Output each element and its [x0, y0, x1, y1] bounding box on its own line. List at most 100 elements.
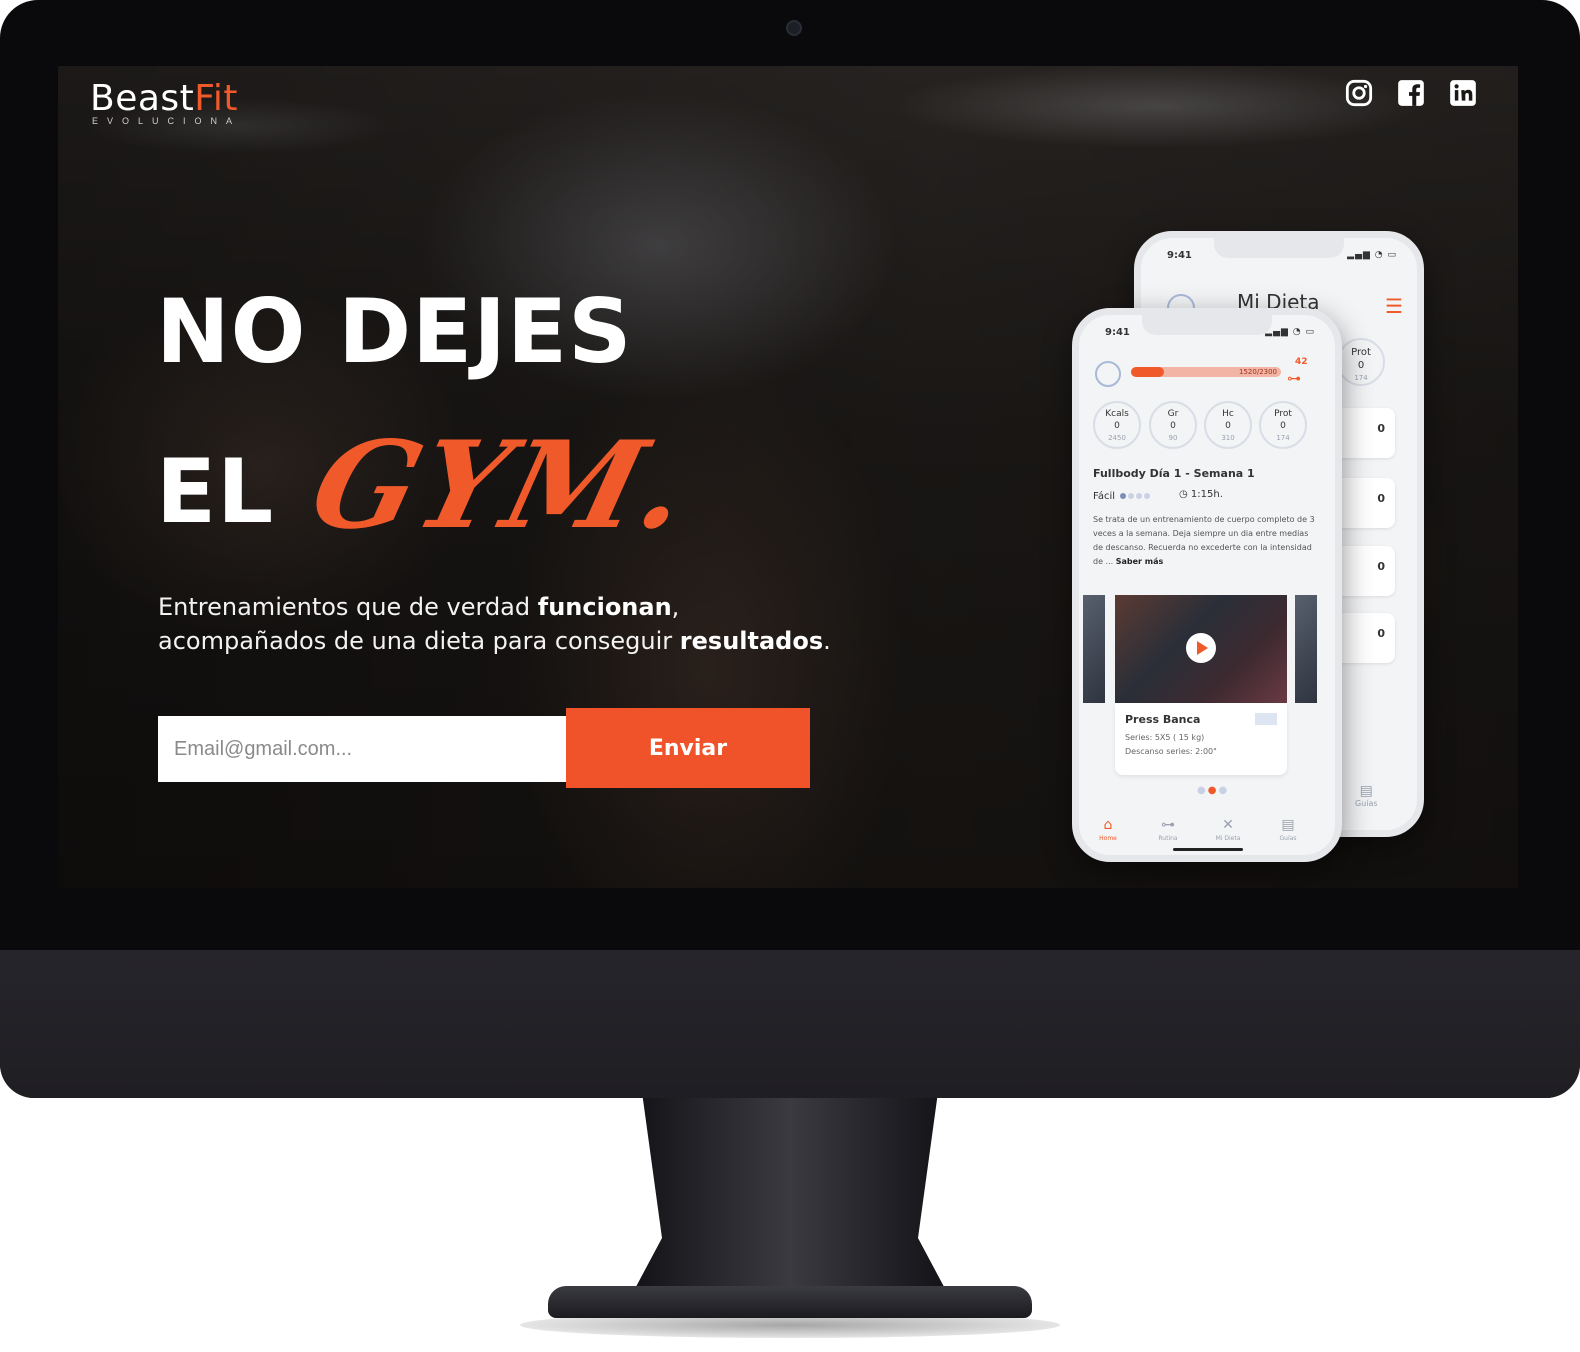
macro-circle-hc: Hc 0 310 — [1204, 401, 1252, 449]
cutlery-icon: ✕ — [1222, 817, 1234, 833]
subtitle-emphasis: resultados — [679, 627, 824, 655]
status-time: 9:41 — [1167, 250, 1192, 261]
diet-row[interactable]: 0 — [1335, 546, 1395, 596]
diet-row[interactable]: 0 — [1335, 408, 1395, 458]
instagram-icon[interactable] — [1344, 78, 1374, 108]
level-dot — [1144, 493, 1151, 499]
workout-description: Se trata de un entrenamiento de cuerpo c… — [1093, 513, 1315, 569]
brand-logo[interactable]: BeastFit — [90, 78, 238, 119]
book-icon: ▤ — [1281, 817, 1295, 833]
monitor-chin — [0, 950, 1580, 1098]
send-button[interactable]: Enviar — [566, 708, 810, 788]
macro-value: 0 — [1280, 421, 1286, 431]
tab-guides[interactable]: ▤ Guías — [1263, 817, 1313, 842]
exercise-video[interactable] — [1115, 595, 1287, 703]
subtitle-emphasis: funcionan — [537, 593, 672, 621]
level-dot — [1120, 493, 1127, 499]
macro-value: 0 — [1225, 421, 1231, 431]
dumbbell-icon: ⊶ — [1287, 371, 1301, 387]
email-input[interactable] — [158, 716, 566, 782]
brand-tagline: EVOLUCIONA — [92, 116, 242, 126]
phone-mockup-home: 9:41 ▂▄▆ ◔ ▭ 1520/2300 42 ⊶ Kcals 0 2450… — [1072, 308, 1342, 862]
level-dot — [1128, 493, 1135, 499]
level-label: Fácil — [1093, 491, 1116, 502]
read-more-link[interactable]: Saber más — [1116, 557, 1164, 566]
macro-value: 0 — [1170, 421, 1176, 431]
filter-icon[interactable]: ☰ — [1385, 294, 1403, 318]
brand-name-part2: Fit — [194, 78, 238, 119]
tab-label: Guías — [1279, 835, 1297, 842]
clock-icon: ◷ — [1179, 489, 1188, 500]
phone-notch — [1214, 238, 1344, 258]
prot-value: 0 — [1357, 360, 1365, 371]
macro-label: Gr — [1167, 409, 1179, 419]
macro-label: Prot — [1274, 409, 1292, 419]
tab-label: Mi Dieta — [1215, 835, 1241, 842]
tab-label: Guías — [1355, 799, 1378, 808]
tab-label: Home — [1099, 835, 1117, 842]
tab-bar: ⌂ Home ⊶ Rutina ✕ Mi Dieta ▤ Guías — [1079, 811, 1335, 855]
macro-value: 0 — [1114, 421, 1120, 431]
prot-goal: 174 — [1354, 374, 1368, 382]
macro-circle-kcals: Kcals 0 2450 — [1093, 401, 1141, 449]
exercise-chip — [1255, 713, 1277, 725]
subtitle-text: . — [823, 627, 831, 655]
prot-label: Prot — [1351, 347, 1371, 358]
screen: BeastFit EVOLUCIONA NO DEJES EL GYM. Ent… — [58, 66, 1518, 888]
hero-line2-prefix: EL — [156, 440, 275, 543]
home-indicator — [1173, 848, 1243, 851]
duration-value: 1:15h. — [1190, 489, 1223, 500]
macro-goal: 174 — [1276, 434, 1290, 442]
tab-home[interactable]: ⌂ Home — [1083, 817, 1133, 842]
signal-wifi-battery-icon: ▂▄▆ ◔ ▭ — [1265, 327, 1315, 337]
home-icon: ⌂ — [1103, 817, 1113, 833]
diet-row[interactable]: 0 — [1335, 478, 1395, 528]
exercise-card[interactable]: Press Banca Series: 5X5 ( 15 kg) Descans… — [1115, 703, 1287, 775]
tab-label: Rutina — [1158, 835, 1178, 842]
status-time: 9:41 — [1105, 327, 1130, 338]
subtitle-text: acompañados de una dieta para conseguir — [158, 627, 680, 655]
exercise-card-prev[interactable] — [1083, 595, 1105, 703]
brand-name-part1: Beast — [90, 78, 195, 119]
subtitle-text: Entrenamientos que de verdad — [158, 593, 538, 621]
carousel-dots: ●●● — [1197, 785, 1230, 796]
workout-title[interactable]: Fullbody Día 1 - Semana 1 — [1093, 467, 1255, 480]
kcal-progress-bar: 1520/2300 — [1131, 367, 1281, 377]
macro-goal: 310 — [1221, 434, 1235, 442]
diet-row[interactable]: 0 — [1335, 613, 1395, 663]
book-icon: ▤ — [1359, 783, 1373, 799]
exercise-series: Series: 5X5 ( 15 kg) — [1125, 733, 1205, 742]
facebook-icon[interactable] — [1396, 78, 1426, 108]
hero-subtitle: Entrenamientos que de verdad funcionan, … — [158, 590, 831, 658]
phone-notch — [1142, 315, 1272, 335]
dumbbell-icon: ⊶ — [1161, 817, 1175, 833]
exercise-card-next[interactable] — [1295, 595, 1317, 703]
monitor-frame: BeastFit EVOLUCIONA NO DEJES EL GYM. Ent… — [0, 0, 1580, 1098]
tab-routine[interactable]: ⊶ Rutina — [1143, 817, 1193, 842]
linkedin-icon[interactable] — [1448, 78, 1478, 108]
subtitle-text: , — [671, 593, 680, 621]
duration: ◷ 1:15h. — [1179, 489, 1223, 500]
camera-icon — [786, 20, 802, 36]
tab-guides[interactable]: ▤ Guías — [1355, 783, 1378, 808]
macro-goal: 2450 — [1108, 434, 1126, 442]
macro-goal: 90 — [1168, 434, 1178, 442]
prot-circle: Prot 0 174 — [1337, 338, 1385, 386]
play-icon[interactable] — [1186, 633, 1216, 663]
level-dot — [1136, 493, 1143, 499]
kcal-progress-fill — [1131, 367, 1164, 377]
hero-line1: NO DEJES — [156, 280, 633, 383]
hero-highlight: GYM. — [298, 415, 705, 556]
signal-wifi-battery-icon: ▂▄▆ ◔ ▭ — [1347, 250, 1397, 260]
kcal-progress-text: 1520/2300 — [1239, 368, 1277, 376]
macro-label: Kcals — [1105, 409, 1129, 419]
exercise-name: Press Banca — [1125, 713, 1201, 726]
exercise-rest: Descanso series: 2:00" — [1125, 747, 1217, 756]
macro-label: Hc — [1222, 409, 1234, 419]
tab-diet[interactable]: ✕ Mi Dieta — [1203, 817, 1253, 842]
monitor-stand-base — [548, 1286, 1032, 1318]
monitor-stand — [630, 1098, 950, 1298]
streak-count: 42 — [1295, 357, 1308, 367]
macro-circle-prot: Prot 0 174 — [1259, 401, 1307, 449]
avatar[interactable] — [1095, 361, 1121, 387]
